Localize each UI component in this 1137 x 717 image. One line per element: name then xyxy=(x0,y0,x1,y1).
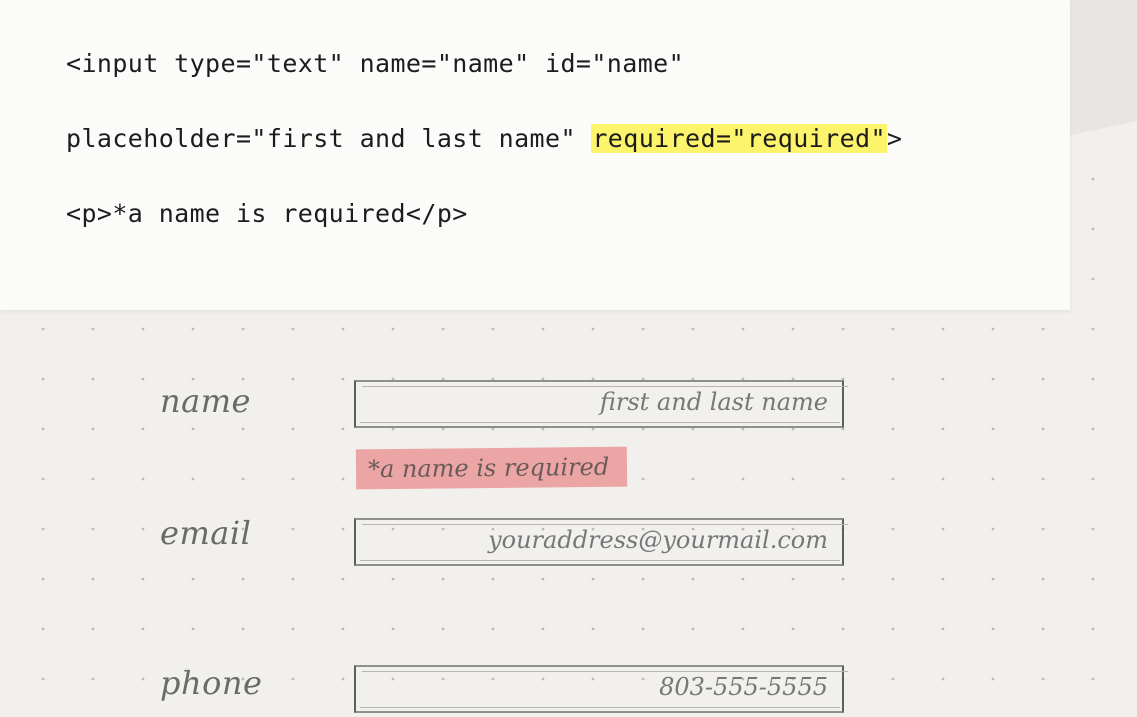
email-input[interactable]: youraddress@yourmail.com xyxy=(354,518,848,566)
email-placeholder: youraddress@yourmail.com xyxy=(488,526,828,554)
code-card: <input type="text" name="name" id="name"… xyxy=(0,0,1070,310)
code-line-error-paragraph: <p>*a name is required</p> xyxy=(66,199,468,228)
code-required-highlight: required="required" xyxy=(591,124,887,153)
email-label: email xyxy=(160,514,252,552)
phone-placeholder: 803-555-5555 xyxy=(659,673,828,701)
code-placeholder-text: placeholder="first and last name" xyxy=(66,124,592,153)
name-placeholder: first and last name xyxy=(599,388,828,416)
name-error-message: *a name is required xyxy=(355,446,628,490)
code-line-input: <input type="text" name="name" id="name" xyxy=(66,49,685,78)
phone-label: phone xyxy=(160,664,263,702)
code-closing-bracket: > xyxy=(886,124,903,153)
code-line-placeholder: placeholder="first and last name" requir… xyxy=(66,124,902,153)
name-input[interactable]: first and last name xyxy=(354,380,848,428)
phone-input[interactable]: 803-555-5555 xyxy=(354,665,848,713)
name-label: name xyxy=(160,382,251,420)
